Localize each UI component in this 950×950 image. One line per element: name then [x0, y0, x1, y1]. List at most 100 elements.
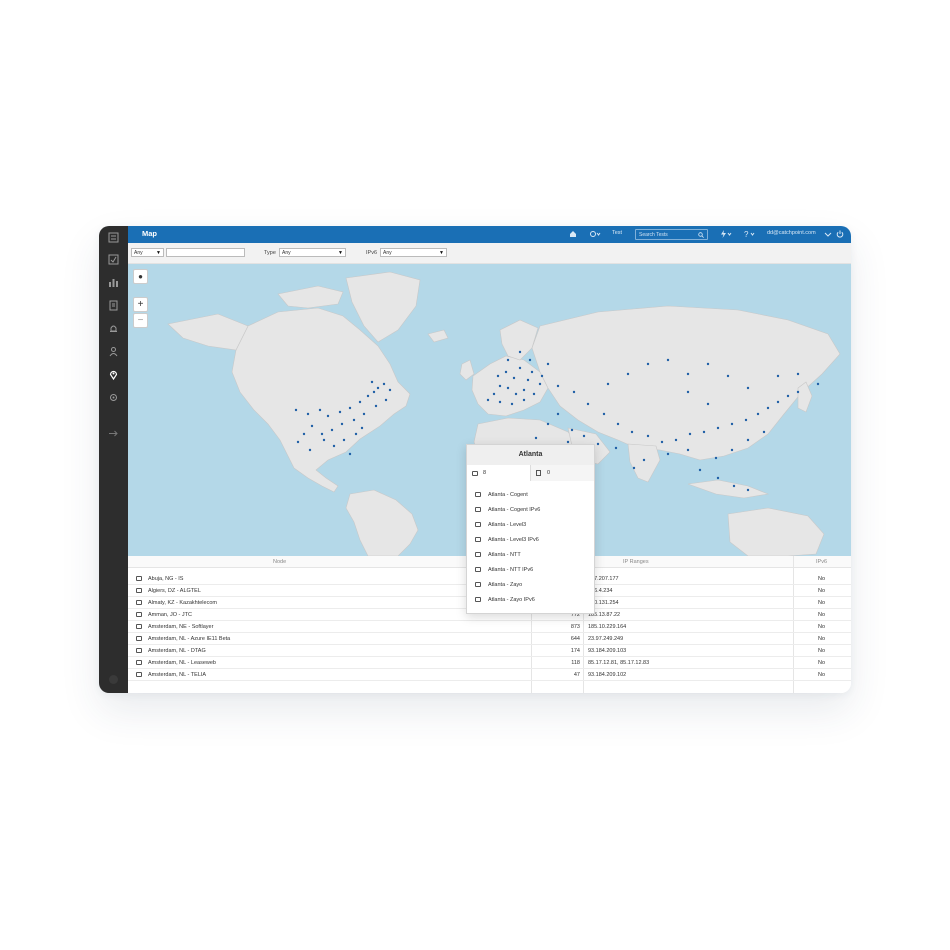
node-marker[interactable] [308, 448, 312, 452]
node-marker[interactable] [632, 466, 636, 470]
node-marker[interactable] [512, 376, 516, 380]
table-row[interactable]: Amsterdam, NL - TELIA 47 93.184.209.102 … [128, 669, 851, 681]
node-marker[interactable] [660, 440, 664, 444]
node-marker[interactable] [532, 392, 536, 396]
node-marker[interactable] [796, 372, 800, 376]
node-marker[interactable] [572, 390, 576, 394]
node-marker[interactable] [602, 412, 606, 416]
node-marker[interactable] [506, 386, 510, 390]
node-marker[interactable] [382, 382, 386, 386]
column-node[interactable]: Node [273, 559, 286, 565]
globe-icon[interactable]: ● [133, 269, 148, 284]
node-marker[interactable] [526, 378, 530, 382]
node-marker[interactable] [746, 488, 750, 492]
node-marker[interactable] [506, 358, 510, 362]
node-marker[interactable] [352, 418, 356, 422]
node-marker[interactable] [714, 456, 718, 460]
node-marker[interactable] [540, 374, 544, 378]
node-marker[interactable] [746, 386, 750, 390]
chart-icon[interactable] [107, 276, 120, 289]
node-marker[interactable] [606, 382, 610, 386]
node-marker[interactable] [686, 390, 690, 394]
node-marker[interactable] [354, 432, 358, 436]
node-marker[interactable] [294, 408, 298, 412]
alert-icon[interactable] [107, 322, 120, 335]
node-marker[interactable] [776, 374, 780, 378]
column-ip-ranges[interactable]: IP Ranges [623, 559, 649, 565]
user-menu[interactable]: dd@catchpoint.com [767, 230, 816, 236]
dashboard-icon[interactable] [107, 231, 120, 244]
node-marker[interactable] [766, 406, 770, 410]
report-icon[interactable] [107, 299, 120, 312]
node-marker[interactable] [538, 382, 542, 386]
table-row[interactable]: Amsterdam, NL - DTAG 174 93.184.209.103 … [128, 645, 851, 657]
node-marker[interactable] [374, 404, 378, 408]
node-marker[interactable] [372, 390, 376, 394]
node-marker[interactable] [504, 370, 508, 374]
node-marker[interactable] [360, 426, 364, 430]
node-marker[interactable] [322, 438, 326, 442]
node-marker[interactable] [302, 432, 306, 436]
node-marker[interactable] [586, 402, 590, 406]
node-marker[interactable] [534, 436, 538, 440]
node-marker[interactable] [510, 402, 514, 406]
node-marker[interactable] [646, 362, 650, 366]
node-marker[interactable] [528, 358, 532, 362]
node-marker[interactable] [306, 412, 310, 416]
node-marker[interactable] [732, 484, 736, 488]
node-marker[interactable] [342, 438, 346, 442]
node-marker[interactable] [688, 432, 692, 436]
node-marker[interactable] [522, 398, 526, 402]
node-marker[interactable] [702, 430, 706, 434]
user-icon[interactable] [107, 345, 120, 358]
node-marker[interactable] [716, 426, 720, 430]
zoom-out-button[interactable]: − [133, 313, 148, 328]
node-marker[interactable] [816, 382, 820, 386]
type-select[interactable]: Any ▼ [279, 248, 346, 257]
node-marker[interactable] [492, 392, 496, 396]
node-marker[interactable] [706, 362, 710, 366]
node-marker[interactable] [530, 370, 534, 374]
node-marker[interactable] [320, 432, 324, 436]
table-row[interactable]: Amsterdam, NL - Azure IE11 Beta 644 23.9… [128, 633, 851, 645]
node-marker[interactable] [686, 448, 690, 452]
column-ipv6[interactable]: IPv6 [816, 559, 827, 565]
node-marker[interactable] [730, 448, 734, 452]
test-link[interactable]: Test [612, 230, 622, 236]
node-marker[interactable] [596, 442, 600, 446]
node-marker[interactable] [786, 394, 790, 398]
node-marker[interactable] [686, 372, 690, 376]
node-marker[interactable] [384, 398, 388, 402]
node-marker[interactable] [744, 418, 748, 422]
home-icon[interactable] [569, 230, 577, 238]
node-marker[interactable] [546, 362, 550, 366]
location-icon[interactable] [107, 368, 120, 381]
tests-icon[interactable] [107, 253, 120, 266]
node-marker[interactable] [518, 350, 522, 354]
settings-icon[interactable] [107, 391, 120, 404]
node-marker[interactable] [642, 458, 646, 462]
node-marker[interactable] [318, 408, 322, 412]
ipv6-select[interactable]: Any ▼ [380, 248, 447, 257]
node-marker[interactable] [388, 388, 392, 392]
node-marker[interactable] [646, 434, 650, 438]
node-marker[interactable] [370, 380, 374, 384]
node-marker[interactable] [338, 410, 342, 414]
node-marker[interactable] [570, 428, 574, 432]
node-marker[interactable] [310, 424, 314, 428]
node-marker[interactable] [546, 422, 550, 426]
bolt-icon[interactable] [720, 230, 732, 238]
node-marker[interactable] [332, 444, 336, 448]
node-marker[interactable] [518, 366, 522, 370]
node-marker[interactable] [358, 400, 362, 404]
node-marker[interactable] [614, 446, 618, 450]
node-marker[interactable] [496, 374, 500, 378]
location-select[interactable]: Any ▼ [131, 248, 164, 257]
node-marker[interactable] [630, 430, 634, 434]
node-marker[interactable] [582, 434, 586, 438]
node-marker[interactable] [556, 384, 560, 388]
table-row[interactable]: Amsterdam, NL - Leaseweb 118 85.17.12.81… [128, 657, 851, 669]
node-marker[interactable] [340, 422, 344, 426]
node-marker[interactable] [762, 430, 766, 434]
node-marker[interactable] [726, 374, 730, 378]
